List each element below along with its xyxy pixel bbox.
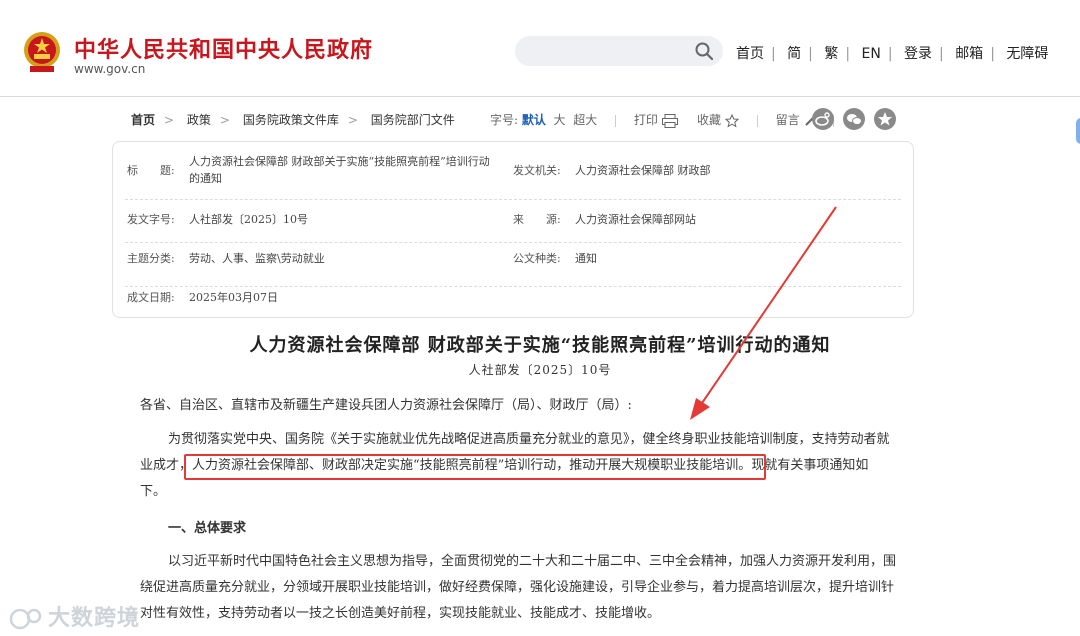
nav-login[interactable]: 登录 [904,46,932,62]
search-icon[interactable] [694,41,714,61]
docno-value: 人社部发〔2025〕10号 [189,213,308,226]
paragraph-2-line3: 对性有效性，支持劳动者以一技之长创造美好前程，实现技能就业、技能成才、技能增收。 [140,606,661,621]
title-value-line1: 人力资源社会保障部 财政部关于实施“技能照亮前程”培训行动 [189,155,490,168]
source-label: 来 源: [513,213,561,226]
comment-button[interactable]: 留言 [776,113,816,127]
highlight-box [184,454,766,480]
article-toolbar: 字号: 默认 大 超大 打印 收藏 留言 [490,111,848,128]
side-float-tab[interactable] [1076,118,1080,144]
paragraph-1-line1: 为贯彻落实党中央、国务院《关于实施就业优先战略促进高质量充分就业的意见》，健全终… [168,432,890,447]
site-title[interactable]: 中华人民共和国中央人民政府 [74,32,373,64]
date-label: 成文日期: [127,291,175,304]
paragraph-2-line2: 绕促进高质量充分就业，分领域开展职业技能培训，做好经费保障，强化设施建设，引导企… [140,580,895,595]
nav-mail[interactable]: 邮箱 [955,46,983,62]
site-domain: www.gov.cn [74,62,146,76]
section-heading: 一、总体要求 [168,521,247,536]
print-button[interactable]: 打印 [633,113,678,128]
weibo-icon[interactable] [812,108,834,130]
nav-traditional[interactable]: 繁 [824,46,838,62]
star-icon [724,113,739,128]
paragraph-1-line2c: 现就有关事项通知如 [751,458,869,473]
document-info-table: 标 题: 人力资源社会保障部 财政部关于实施“技能照亮前程”培训行动 的通知 发… [112,141,914,318]
font-size-xlarge[interactable]: 超大 [573,113,597,127]
font-size-label: 字号: [490,113,519,127]
nav-accessibility[interactable]: 无障碍 [1006,46,1048,62]
docno-label: 发文字号: [127,213,175,226]
paragraph-2-line1: 以习近平新时代中国特色社会主义思想为指导，全面贯彻党的二十大和二十届二中、三中全… [168,554,897,569]
topic-label: 主题分类: [127,252,175,265]
topic-value: 劳动、人事、监察\劳动就业 [189,252,325,265]
issuer-label: 发文机关: [513,164,561,177]
watermark-logo-icon [9,608,42,630]
qzone-icon[interactable] [874,108,896,130]
type-label: 公文种类: [513,252,561,265]
breadcrumb: 首页 > 政策 > 国务院政策文件库 > 国务院部门文件 [131,113,455,127]
salutation: 各省、自治区、直辖市及新疆生产建设兵团人力资源社会保障厅（局）、财政厅（局）: [140,398,632,413]
watermark: 大数跨境 [8,600,140,632]
breadcrumb-department-docs[interactable]: 国务院部门文件 [371,113,455,127]
date-value: 2025年03月07日 [189,291,278,304]
paragraph-1-line3: 下。 [140,484,167,499]
comment-label: 留言 [775,113,800,127]
nav-home[interactable]: 首页 [736,46,764,62]
type-value: 通知 [575,252,597,265]
favorite-label: 收藏 [696,113,721,127]
nav-english[interactable]: EN [862,46,881,62]
print-label: 打印 [633,113,658,127]
paragraph-2: 以习近平新时代中国特色社会主义思想为指导，全面贯彻党的二十大和二十届二中、三中全… [140,549,900,627]
title-value: 人力资源社会保障部 财政部关于实施“技能照亮前程”培训行动 的通知 [189,153,519,187]
breadcrumb-home[interactable]: 首页 [131,113,155,127]
article-title: 人力资源社会保障部 财政部关于实施“技能照亮前程”培训行动的通知 [249,335,831,356]
top-nav: 首页 | 简 | 繁 | EN | 登录 | 邮箱 | 无障碍 [736,46,1049,62]
issuer-value: 人力资源社会保障部 财政部 [575,164,711,177]
search-input[interactable] [530,40,694,64]
nav-simplified[interactable]: 简 [787,46,801,62]
source-value: 人力资源社会保障部网站 [575,213,696,226]
favorite-button[interactable]: 收藏 [696,113,739,128]
breadcrumb-policy[interactable]: 政策 [187,113,211,127]
breadcrumb-policy-library[interactable]: 国务院政策文件库 [243,113,339,127]
article-doc-number: 人社部发〔2025〕10号 [468,363,612,377]
font-size-large[interactable]: 大 [554,113,566,127]
printer-icon [661,113,678,128]
site-header: 中华人民共和国中央人民政府 www.gov.cn 首页 | 简 | 繁 | EN | 登… [0,0,1080,97]
title-value-line2: 的通知 [189,172,222,185]
watermark-text: 大数跨境 [48,606,141,631]
national-emblem-icon[interactable] [22,30,62,74]
title-label: 标 题: [127,164,175,177]
wechat-icon[interactable] [843,108,865,130]
font-size-default[interactable]: 默认 [522,113,546,127]
